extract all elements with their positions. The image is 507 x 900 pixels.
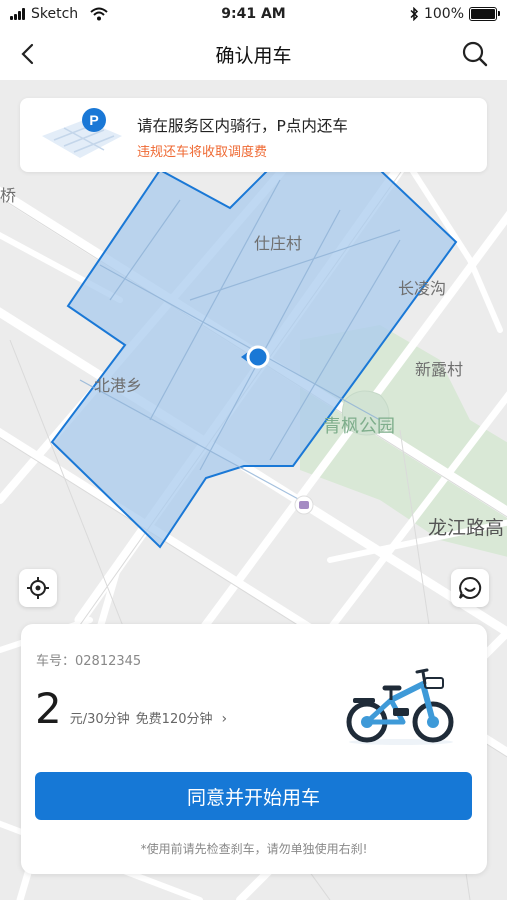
car-number-value: 02812345 xyxy=(75,654,142,669)
nav-bar: 确认用车 xyxy=(0,28,507,80)
crosshair-icon xyxy=(27,577,49,599)
customer-service-button[interactable] xyxy=(451,569,489,607)
notice-main-text: 请在服务区内骑行，P点内还车 xyxy=(137,117,348,135)
svg-text:P: P xyxy=(89,112,98,128)
ride-confirm-panel: 车号：02812345 2 元/30分钟 免费120分钟 › 同意并开始用车 *… xyxy=(21,624,487,874)
map-label-shizhuang: 仕庄村 xyxy=(254,234,303,253)
status-right: 100% xyxy=(409,6,500,22)
parking-notice-card: P 请在服务区内骑行，P点内还车 违规还车将收取调度费 xyxy=(20,98,487,172)
map-label-longjiang: 龙江路高 xyxy=(428,517,505,539)
pricing-row[interactable]: 2 元/30分钟 免费120分钟 › xyxy=(35,688,227,730)
map-label-beigang: 北港乡 xyxy=(94,376,143,395)
bluetooth-icon xyxy=(410,7,419,21)
map-label-changling: 长凌沟 xyxy=(398,279,447,298)
map-label-xinlu: 新露村 xyxy=(415,360,464,379)
safety-tip: *使用前请先检查刹车，请勿单独使用右刹! xyxy=(140,842,368,856)
status-bar: Sketch 9:41 AM 100% xyxy=(0,0,507,28)
map-label-bridge: 桥 xyxy=(0,186,17,205)
map-label-qingfeng-park: 青枫公园 xyxy=(323,416,395,437)
bike-icon xyxy=(346,668,454,745)
battery-percent: 100% xyxy=(423,6,464,22)
notice-warning-text: 违规还车将收取调度费 xyxy=(137,145,268,160)
search-icon[interactable] xyxy=(461,40,489,68)
start-ride-button[interactable]: 同意并开始用车 xyxy=(35,772,472,820)
free-time: 免费120分钟 xyxy=(135,712,213,727)
page-title: 确认用车 xyxy=(215,45,292,67)
price-unit: 元/30分钟 xyxy=(69,712,130,727)
locate-button[interactable] xyxy=(19,569,57,607)
price-value: 2 xyxy=(35,684,62,733)
chevron-right-icon[interactable]: › xyxy=(222,711,228,727)
chat-smile-icon xyxy=(459,576,482,599)
car-number-row: 车号：02812345 xyxy=(36,650,141,669)
battery-icon xyxy=(469,7,500,21)
car-number-label: 车号： xyxy=(36,654,76,669)
parking-map-icon: P xyxy=(42,108,122,158)
